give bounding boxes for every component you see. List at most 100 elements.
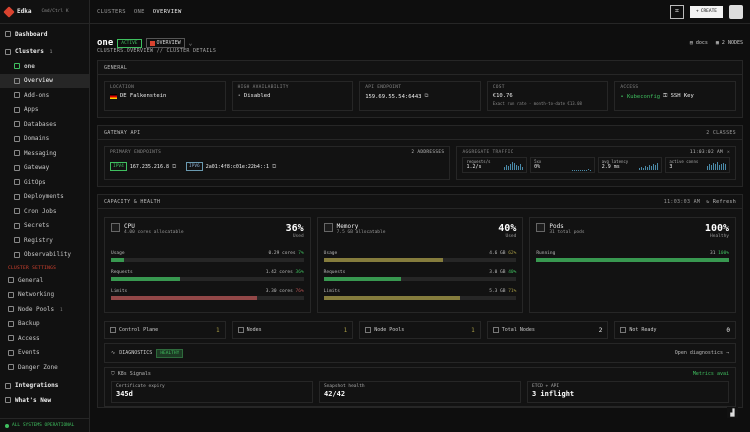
usage-amount: 5.3 GB [489,289,506,294]
nodes-count: ▦ 2 NODES [715,40,743,46]
sidebar-item-label: Domains [24,135,50,143]
not-ready-icon [620,327,627,333]
sidebar-item-label: Messaging [24,149,57,157]
usage-bar-fill [323,277,401,281]
dashboard-icon [5,31,11,38]
chat-icon[interactable]: ▟ [727,407,738,418]
usage-percent: 71% [508,289,517,294]
sidebar-setting-access[interactable]: Access [0,331,89,346]
sidebar-item-secrets[interactable]: Secrets [0,219,89,234]
sidebar-item-observability[interactable]: Observability [0,248,89,263]
usage-percent: 76% [295,289,304,294]
gateway-classes: 2 CLASSES [706,129,736,136]
ipv6-endpoint[interactable]: IPV6 2a01:4f8:c01e:22b4::1 ⧉ [185,162,276,171]
usage-label-row: Usage 0.29 cores 7% [111,251,304,256]
copy-icon[interactable]: ⧉ [424,93,428,100]
count-value: 1 [343,326,348,334]
usage-row: Usage 4.6 GB 62% [323,251,517,262]
sidebar-item-gateway[interactable]: Gateway [0,161,89,176]
avatar[interactable] [729,4,743,19]
sparkline-bar [512,162,514,170]
count-control-plane[interactable]: Control Plane 1 [104,321,226,339]
view-selector[interactable]: OVERVIEW [145,38,185,48]
sidebar-setting-backup[interactable]: Backup [0,317,89,332]
sidebar-item-label: Deployments [24,193,64,201]
docs-link[interactable]: ▤ docs [690,40,708,46]
sidebar-setting-events[interactable]: Events [0,346,89,361]
sidebar-item-databases[interactable]: Databases [0,117,89,132]
general-heading: GENERAL [98,61,742,75]
sidebar-item-dashboard[interactable]: Dashboard [0,27,89,42]
close-icon[interactable]: ✕ [727,150,730,155]
usage-label-row: Usage 4.6 GB 62% [324,251,517,256]
sidebar-item-label: Overview [24,77,53,85]
create-button[interactable]: + CREATE [690,5,723,18]
sidebar-setting-networking[interactable]: Networking [0,288,89,303]
sidebar-item-add-ons[interactable]: Add-ons [0,88,89,103]
sidebar-item-whats-new[interactable]: What's New [0,393,89,408]
org-switcher[interactable]: Edka Cmd/Ctrl K [0,0,89,24]
sidebar-item-registry[interactable]: Registry [0,233,89,248]
count-nodes[interactable]: Nodes 1 [231,321,354,339]
card-title: CPU [124,223,135,230]
control-plane-icon [110,327,116,333]
ipv4-endpoint[interactable]: IPV4 167.235.216.8 ⧉ [110,162,176,171]
sidebar-item-label: Node Pools [18,305,55,313]
sidebar-item-apps[interactable]: Apps [0,103,89,118]
breadcrumb-clusters[interactable]: CLUSTERS [97,9,126,15]
refresh-button[interactable]: ↻ Refresh [706,199,736,205]
diagnostics-status: HEALTHY [156,348,184,358]
messaging-icon [14,150,20,157]
sparkline-bar [717,162,718,170]
sidebar-setting-general[interactable]: General [0,273,89,288]
germany-flag-icon [110,93,117,99]
system-status[interactable]: ALL SYSTEMS OPERATIONAL [0,418,89,432]
sparkline-bar [585,169,587,170]
count-total-nodes[interactable]: Total Nodes 2 [486,321,609,339]
sparkline-bar [583,169,585,170]
usage-label-row: Limits 3.30 cores 76% [111,289,304,294]
traffic-metric: avg latency 2.9 ms [597,157,663,173]
networking-icon [8,291,14,298]
sidebar-setting-node-pools[interactable]: Node Pools 1 [0,302,89,317]
chevron-down-icon[interactable]: ⌄ [189,40,193,47]
sidebar-item-deployments[interactable]: Deployments [0,190,89,205]
scan-icon[interactable]: ⌗ [670,4,685,19]
sidebar-item-domains[interactable]: Domains [0,132,89,147]
sparkline-bar [649,165,651,170]
percent-label: Used [292,234,304,239]
copy-icon[interactable]: ⧉ [272,163,276,171]
sidebar-item-clusters[interactable]: Clusters 1 [0,45,89,60]
kubeconfig-link[interactable]: • Kubeconfig [620,94,660,100]
usage-bar [536,258,730,262]
edka-logo-icon [3,5,15,18]
usage-value: 1.42 cores 36% [266,270,304,275]
usage-bar [323,296,517,300]
danger-zone-icon [8,364,14,371]
primary-endpoints: PRIMARY ENDPOINTS 2 ADDRESSES IPV4 167.23… [104,146,451,180]
ssh-key-link[interactable]: ⚿ SSH Key [663,93,694,100]
usage-label: Running [536,251,556,256]
sidebar-item-overview[interactable]: Overview [0,73,89,88]
sidebar-item-integrations[interactable]: Integrations [0,379,89,394]
main-content: one ACTIVE OVERVIEW ⌄ CLUSTERS.OVERVIEW … [90,24,750,432]
count-not-ready[interactable]: Not Ready 0 [614,321,736,339]
api-endpoint-card: API ENDPOINT 159.69.55.54:6443 ⧉ [359,81,481,111]
count-node-pools[interactable]: Node Pools 1 [359,321,481,339]
diagnostics-bar[interactable]: ∿ DIAGNOSTICS HEALTHY Open diagnostics → [104,343,736,363]
sidebar-item-label: Backup [18,320,40,328]
sidebar-item-gitops[interactable]: GitOps [0,175,89,190]
open-diagnostics-link[interactable]: Open diagnostics → [675,350,729,356]
usage-bar-fill [111,277,181,281]
sparkline-bar [709,164,710,170]
card-header: Pods 31 total pods 100% Healthy [536,223,729,239]
sidebar-item-cluster-one[interactable]: one [0,59,89,74]
sidebar-item-cron-jobs[interactable]: Cron Jobs [0,204,89,219]
breadcrumb-one[interactable]: ONE [134,9,145,15]
sparkline-bar [522,167,524,170]
sidebar-item-messaging[interactable]: Messaging [0,146,89,161]
general-panel: GENERAL LOCATION DE Falkenstein HIGH AVA… [97,60,743,118]
sidebar-setting-danger-zone[interactable]: Danger Zone [0,360,89,375]
copy-icon[interactable]: ⧉ [172,163,176,171]
usage-label: Usage [323,251,338,256]
